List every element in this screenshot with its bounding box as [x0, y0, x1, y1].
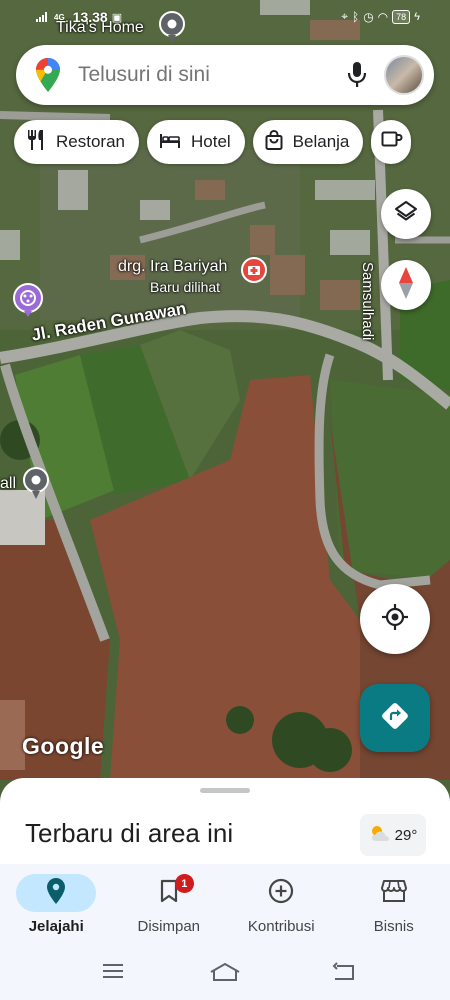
tab-business[interactable]: Bisnis — [338, 864, 450, 950]
tab-saved[interactable]: 1 Disimpan — [113, 864, 226, 950]
add-circle-icon — [268, 878, 294, 909]
battery-indicator: 78 — [392, 9, 411, 24]
fork-knife-icon — [26, 129, 46, 156]
alarm-icon: ◷ — [363, 9, 374, 24]
sheet-title: Terbaru di area ini — [25, 818, 234, 848]
search-input[interactable] — [78, 63, 328, 87]
partly-cloudy-icon — [369, 824, 391, 846]
clinic-label[interactable]: drg. Ira Bariyah — [118, 258, 227, 276]
clinic-pin-icon[interactable] — [240, 256, 268, 293]
shopping-bag-icon — [265, 129, 283, 155]
chip-restaurants[interactable]: Restoran — [14, 120, 139, 164]
chip-label: Hotel — [190, 132, 231, 151]
notification-badge: 1 — [174, 874, 194, 893]
compass-button[interactable] — [381, 260, 431, 310]
layers-icon — [394, 200, 418, 229]
weather-temp: 29° — [394, 826, 418, 844]
tab-explore[interactable]: Jelajahi — [0, 864, 113, 950]
tab-label: Bisnis — [373, 918, 414, 935]
recents-icon[interactable] — [102, 962, 124, 985]
avatar[interactable] — [384, 55, 424, 95]
art-place-pin-icon[interactable] — [12, 282, 44, 323]
chip-hotels[interactable]: Hotel — [146, 120, 245, 164]
chip-shopping[interactable]: Belanja — [252, 120, 364, 164]
signal-icon — [36, 12, 47, 22]
left-place-label[interactable]: all — [0, 475, 16, 493]
tab-label: Jelajahi — [28, 918, 84, 935]
google-maps-logo-icon — [36, 58, 60, 97]
layers-button[interactable] — [381, 189, 431, 239]
wifi-icon: ◠ — [377, 9, 389, 24]
category-chips: Restoran Hotel Belanja — [14, 120, 412, 166]
place-pin-icon[interactable] — [22, 466, 50, 505]
network-type: 4G — [54, 12, 65, 22]
crosshair-icon — [381, 603, 409, 636]
weather-chip[interactable]: 29° — [360, 814, 426, 856]
chip-label: Belanja — [292, 132, 350, 151]
coffee-icon — [381, 131, 403, 154]
bluetooth-icon: ᛒ — [351, 9, 360, 24]
system-navigation-bar — [0, 950, 450, 1000]
status-bar: 4G 13.38 ▣ ⌖ ᛒ ◷ ◠ 78 ϟ — [0, 0, 450, 34]
directions-icon — [381, 702, 409, 735]
tab-label: Disimpan — [137, 918, 201, 935]
bed-icon — [159, 132, 181, 153]
compass-icon — [397, 266, 415, 305]
google-attribution: Google — [22, 733, 105, 759]
search-bar[interactable] — [16, 45, 434, 105]
my-location-button[interactable] — [360, 584, 430, 654]
directions-button[interactable] — [360, 684, 430, 752]
sheet-drag-handle[interactable] — [200, 788, 250, 793]
tab-label: Kontribusi — [247, 918, 315, 935]
location-status-icon: ⌖ — [341, 9, 348, 23]
chip-label: Restoran — [56, 132, 125, 151]
clock: 13.38 — [72, 9, 108, 25]
charging-icon: ϟ — [414, 10, 420, 23]
mic-icon[interactable] — [346, 61, 368, 94]
storefront-icon — [380, 879, 407, 908]
back-icon[interactable] — [331, 962, 355, 987]
bottom-navigation: Jelajahi 1 Disimpan Kontribusi Bisnis — [0, 864, 450, 950]
clinic-sublabel: Baru dilihat — [150, 279, 221, 295]
explore-pin-icon — [47, 877, 66, 909]
tab-contribute[interactable]: Kontribusi — [225, 864, 338, 950]
chip-coffee[interactable] — [371, 120, 412, 164]
home-icon[interactable] — [209, 962, 241, 987]
road-label-side: Samsulhadi — [359, 262, 376, 341]
notification-icon: ▣ — [111, 11, 123, 24]
